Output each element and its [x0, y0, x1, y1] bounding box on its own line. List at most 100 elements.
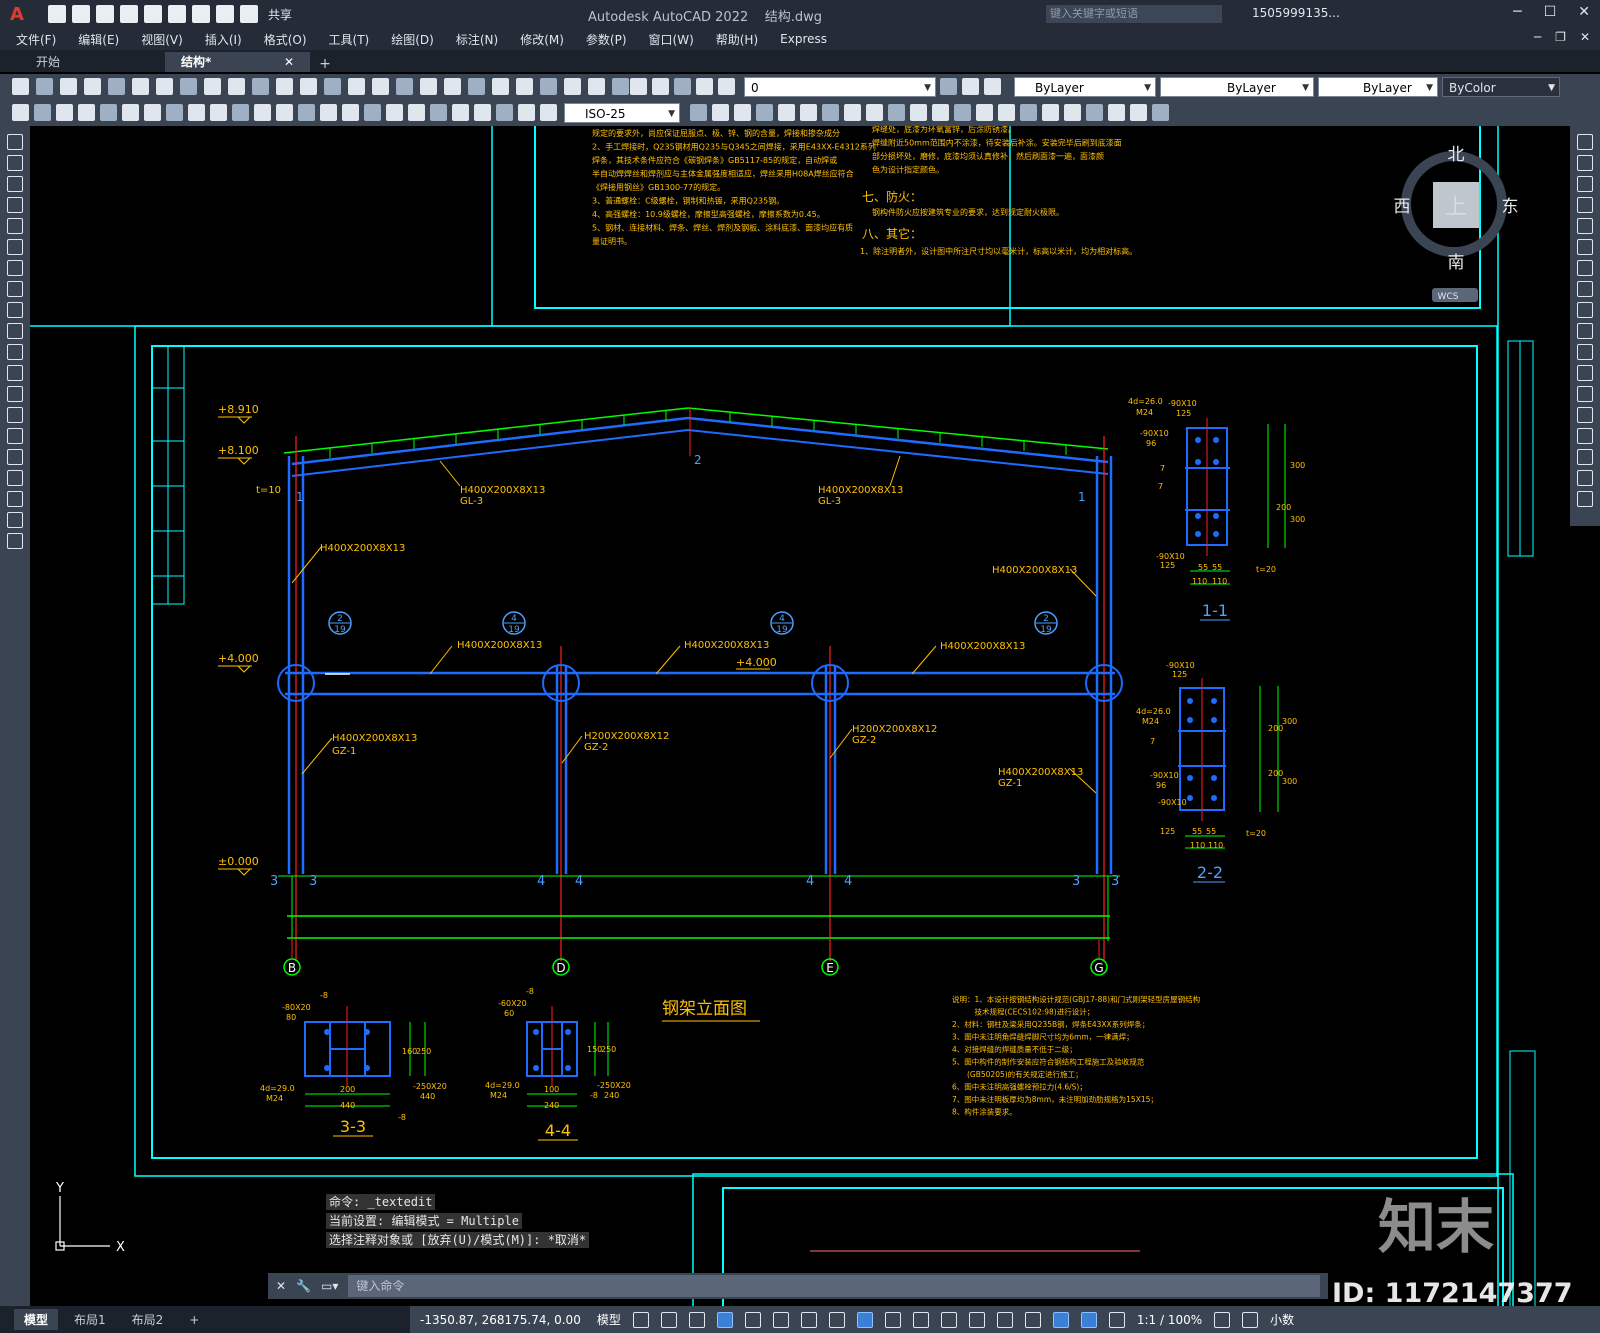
object-snap-tracking-icon[interactable] [828, 1311, 845, 1328]
dim-tool-icon-3[interactable] [78, 104, 95, 121]
model-space-toggle[interactable]: 模型 [597, 1311, 621, 1328]
modify-tool-icon-4[interactable] [1577, 218, 1593, 234]
infer-icon[interactable] [688, 1311, 705, 1328]
dim-tool-icon-27[interactable] [734, 104, 751, 121]
draw-tool-icon-18[interactable] [7, 512, 23, 528]
annotation-monitor-icon[interactable] [1242, 1311, 1259, 1328]
dim-tool-icon-33[interactable] [866, 104, 883, 121]
annotation-visibility-icon[interactable] [1080, 1311, 1097, 1328]
tab-structure[interactable]: 结构* ✕ [165, 52, 310, 72]
undo-icon[interactable] [216, 5, 234, 23]
doc-restore-icon[interactable]: ❐ [1555, 30, 1566, 44]
dim-tool-icon-4[interactable] [100, 104, 117, 121]
dim-tool-icon-18[interactable] [408, 104, 425, 121]
wcs-menu[interactable]: WCS [1438, 292, 1459, 302]
draw-tool-icon-3[interactable] [7, 197, 23, 213]
standard-tool-icon-22[interactable] [540, 78, 557, 95]
menu-item-0[interactable]: 文件(F) [16, 31, 56, 48]
search-input[interactable]: 键入关键字或短语 [1046, 5, 1222, 23]
draw-tool-icon-11[interactable] [7, 365, 23, 381]
dim-tool-icon-39[interactable] [998, 104, 1015, 121]
draw-tool-icon-2[interactable] [7, 176, 23, 192]
draw-tool-icon-15[interactable] [7, 449, 23, 465]
standard-tool-icon-17[interactable] [420, 78, 437, 95]
draw-tool-icon-14[interactable] [7, 428, 23, 444]
dim-tool-icon-12[interactable] [276, 104, 293, 121]
standard-tool-icon-13[interactable] [324, 78, 341, 95]
layout-tab-2[interactable]: 布局2 [122, 1309, 174, 1330]
draw-tool-icon-9[interactable] [7, 323, 23, 339]
viewcube-west[interactable]: 西 [1394, 197, 1411, 217]
viewcube-south[interactable]: 南 [1448, 253, 1465, 273]
share-button[interactable]: 共享 [268, 6, 292, 23]
standard-tool-icon-2[interactable] [60, 78, 77, 95]
standard-tool-icon-27[interactable] [652, 78, 669, 95]
dim-tool-icon-21[interactable] [474, 104, 491, 121]
dim-tool-icon-20[interactable] [452, 104, 469, 121]
standard-tool-icon-4[interactable] [108, 78, 125, 95]
standard-tool-icon-23[interactable] [564, 78, 581, 95]
cmd-close-icon[interactable]: ✕ [276, 1279, 286, 1293]
layout-tab-1[interactable]: 布局1 [64, 1309, 116, 1330]
new-icon[interactable] [48, 5, 66, 23]
layout-tab-3[interactable]: + [179, 1311, 209, 1329]
dim-tool-icon-40[interactable] [1020, 104, 1037, 121]
modify-tool-icon-14[interactable] [1577, 428, 1593, 444]
selection-filter-icon[interactable] [1024, 1311, 1041, 1328]
standard-tool-icon-26[interactable] [630, 78, 647, 95]
modify-tool-icon-15[interactable] [1577, 449, 1593, 465]
menu-item-6[interactable]: 绘图(D) [391, 31, 434, 48]
redo-icon[interactable] [240, 5, 258, 23]
new-tab-button[interactable]: + [310, 56, 340, 72]
object-snap-icon[interactable] [856, 1311, 873, 1328]
standard-tool-icon-20[interactable] [492, 78, 509, 95]
dim-tool-icon-28[interactable] [756, 104, 773, 121]
modify-tool-icon-17[interactable] [1577, 491, 1593, 507]
standard-tool-icon-30[interactable] [718, 78, 735, 95]
draw-tool-icon-5[interactable] [7, 239, 23, 255]
dim-tool-icon-14[interactable] [320, 104, 337, 121]
selection-cycling-icon[interactable] [940, 1311, 957, 1328]
modify-tool-icon-9[interactable] [1577, 323, 1593, 339]
menu-item-1[interactable]: 编辑(E) [78, 31, 119, 48]
standard-tool-icon-12[interactable] [300, 78, 317, 95]
modify-tool-icon-13[interactable] [1577, 407, 1593, 423]
modify-tool-icon-1[interactable] [1577, 155, 1593, 171]
draw-tool-icon-16[interactable] [7, 470, 23, 486]
annotation-scale[interactable]: 1:1 / 100% [1137, 1313, 1202, 1327]
transparency-icon[interactable] [912, 1311, 929, 1328]
draw-tool-icon-4[interactable] [7, 218, 23, 234]
dim-tool-icon-24[interactable] [540, 104, 557, 121]
dynamic-input-icon[interactable] [716, 1311, 733, 1328]
draw-tool-icon-1[interactable] [7, 155, 23, 171]
dim-tool-icon-13[interactable] [298, 104, 315, 121]
color-dropdown[interactable]: ByLayer ▼ [1014, 77, 1156, 97]
standard-tool-icon-3[interactable] [84, 78, 101, 95]
menu-item-2[interactable]: 视图(V) [141, 31, 183, 48]
dim-tool-icon-0[interactable] [12, 104, 29, 121]
dim-tool-icon-34[interactable] [888, 104, 905, 121]
lineweight-dropdown[interactable]: ByLayer ▼ [1318, 77, 1438, 97]
save-as-icon[interactable] [120, 5, 138, 23]
dim-tool-icon-8[interactable] [188, 104, 205, 121]
polar-icon[interactable] [772, 1311, 789, 1328]
maximize-icon[interactable]: ☐ [1544, 4, 1557, 20]
modify-tool-icon-12[interactable] [1577, 386, 1593, 402]
doc-close-icon[interactable]: ✕ [1580, 30, 1590, 44]
modify-tool-icon-7[interactable] [1577, 281, 1593, 297]
tab-close-icon[interactable]: ✕ [284, 52, 294, 72]
dim-tool-icon-42[interactable] [1064, 104, 1081, 121]
modify-tool-icon-8[interactable] [1577, 302, 1593, 318]
draw-tool-icon-7[interactable] [7, 281, 23, 297]
standard-tool-icon-14[interactable] [348, 78, 365, 95]
dim-tool-icon-25[interactable] [690, 104, 707, 121]
dim-tool-icon-36[interactable] [932, 104, 949, 121]
standard-tool-icon-9[interactable] [228, 78, 245, 95]
dim-tool-icon-7[interactable] [166, 104, 183, 121]
modify-tool-icon-5[interactable] [1577, 239, 1593, 255]
menu-item-7[interactable]: 标注(N) [456, 31, 498, 48]
standard-tool-icon-5[interactable] [132, 78, 149, 95]
user-account[interactable]: 1505999135... [1252, 6, 1340, 20]
dim-tool-icon-10[interactable] [232, 104, 249, 121]
dim-tool-icon-45[interactable] [1130, 104, 1147, 121]
